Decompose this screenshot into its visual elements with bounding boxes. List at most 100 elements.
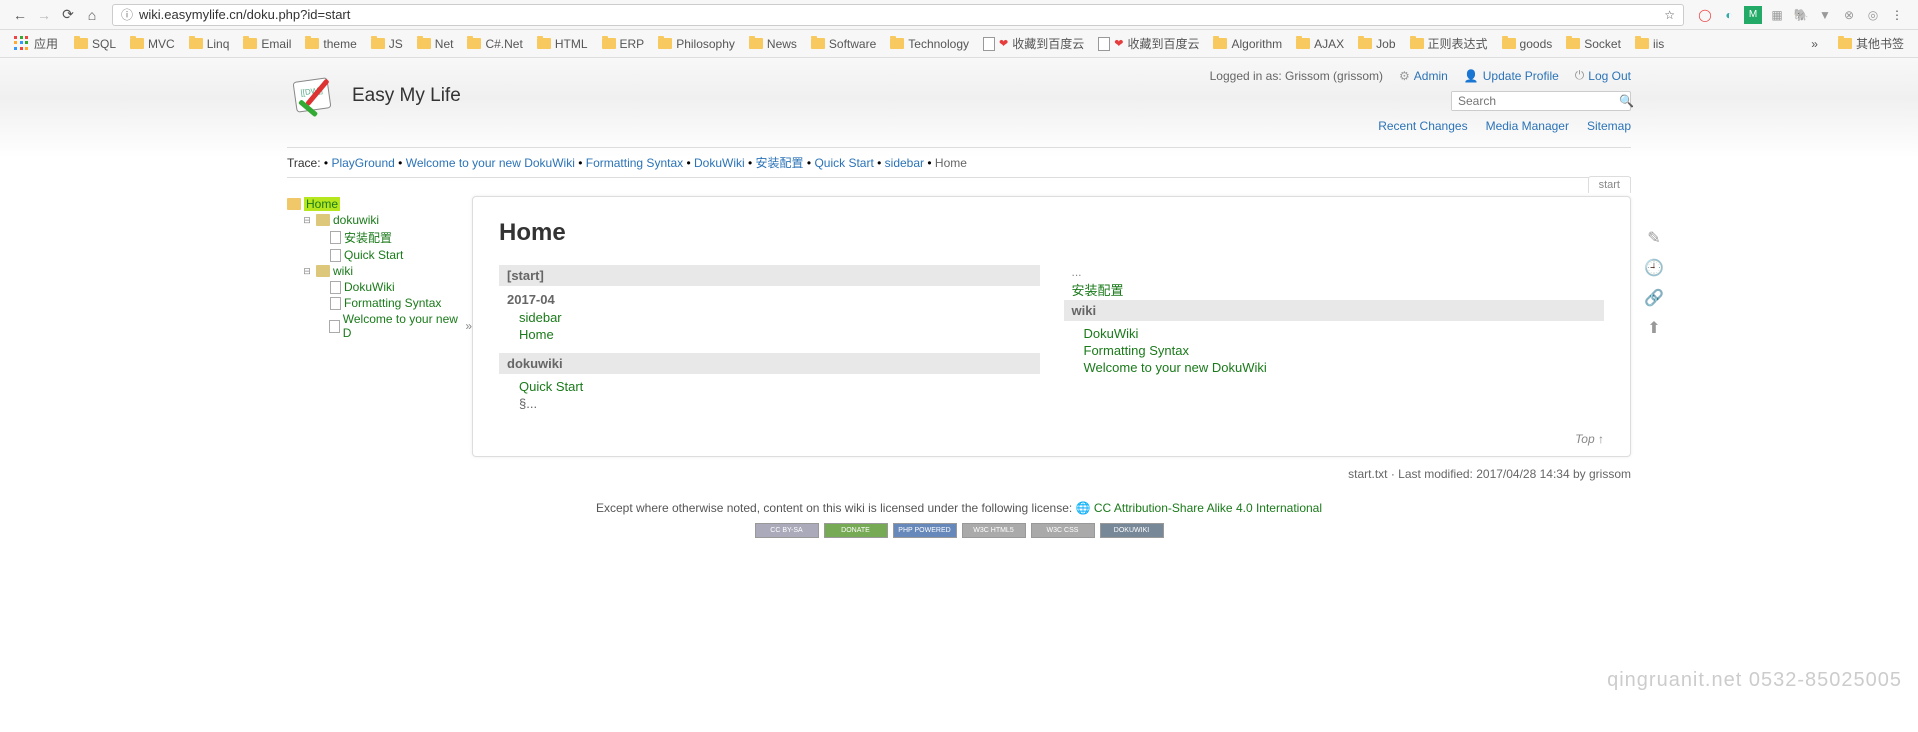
php-badge[interactable]: PHP POWERED (893, 523, 957, 538)
list-item[interactable]: Formatting Syntax (1064, 342, 1605, 359)
url-bar[interactable]: ⓘ wiki.easymylife.cn/doku.php?id=start ☆ (112, 4, 1684, 26)
breadcrumb-link[interactable]: Quick Start (814, 156, 873, 170)
profile-link[interactable]: 👤Update Profile (1464, 69, 1559, 83)
list-item[interactable]: sidebar (499, 309, 1040, 326)
back-button[interactable]: ← (8, 3, 32, 27)
bookmark-item[interactable]: 正则表达式 (1404, 33, 1494, 54)
tree-page-link[interactable]: Quick Start (344, 248, 403, 262)
media-manager-link[interactable]: Media Manager (1486, 119, 1569, 133)
bookmark-item[interactable]: MVC (124, 33, 181, 54)
opera-icon[interactable]: ◯ (1696, 6, 1714, 24)
admin-link[interactable]: ⚙Admin (1399, 69, 1448, 83)
tree-page-link[interactable]: DokuWiki (344, 280, 395, 294)
breadcrumb-link[interactable]: Formatting Syntax (586, 156, 683, 170)
ext-icon-circle2[interactable]: ◎ (1864, 6, 1882, 24)
bookmarks-overflow[interactable]: » (1805, 35, 1824, 53)
bookmark-item[interactable]: JS (365, 33, 409, 54)
bookmark-item[interactable]: News (743, 33, 803, 54)
bookmark-item[interactable]: HTML (531, 33, 594, 54)
site-logo[interactable]: [[DW]] (287, 68, 342, 123)
list-item[interactable]: Home (499, 326, 1040, 343)
forward-button[interactable]: → (32, 3, 56, 27)
breadcrumb-link[interactable]: DokuWiki (694, 156, 745, 170)
extension-icons: ◯ ◐ M ▦ 🐘 ▼ ⊗ ◎ ⋮ (1692, 6, 1910, 24)
bookmark-item[interactable]: C#.Net (461, 33, 528, 54)
apps-button[interactable]: 应用 (8, 33, 64, 54)
ext-icon-blue[interactable]: ◐ (1720, 6, 1738, 24)
top-icon[interactable]: ⬆ (1642, 316, 1666, 340)
logout-link[interactable]: ⏻Log Out (1575, 68, 1631, 83)
folder-icon (1213, 38, 1227, 49)
html5-badge[interactable]: W3C HTML5 (962, 523, 1026, 538)
bookmark-item[interactable]: Socket (1560, 33, 1627, 54)
search-input[interactable] (1452, 92, 1619, 110)
bookmark-item[interactable]: AJAX (1290, 33, 1350, 54)
page-tab[interactable]: start (1588, 176, 1631, 193)
revisions-icon[interactable]: 🕘 (1642, 256, 1666, 280)
bookmark-item[interactable]: Technology (884, 33, 975, 54)
breadcrumb-link[interactable]: sidebar (885, 156, 924, 170)
bookmark-item[interactable]: ERP (596, 33, 651, 54)
breadcrumb-link[interactable]: PlayGround (331, 156, 394, 170)
folder-icon (371, 38, 385, 49)
search-button[interactable]: 🔍 (1619, 92, 1634, 110)
backlinks-icon[interactable]: 🔗 (1642, 286, 1666, 310)
tree-page-link[interactable]: 安装配置 (344, 229, 392, 246)
bookmark-item[interactable]: theme (299, 33, 362, 54)
ext-icon-m[interactable]: M (1744, 6, 1762, 24)
breadcrumb: Trace: • PlayGround • Welcome to your ne… (287, 147, 1631, 178)
ext-icon-v[interactable]: ▼ (1816, 6, 1834, 24)
cc-badge[interactable]: CC BY-SA (755, 523, 819, 538)
bookmark-item[interactable]: Email (237, 33, 297, 54)
tree-page-link[interactable]: Formatting Syntax (344, 296, 441, 310)
ext-icon-grid[interactable]: ▦ (1768, 6, 1786, 24)
list-item[interactable]: Quick Start (499, 378, 1040, 395)
bookmark-item[interactable]: Linq (183, 33, 236, 54)
css-badge[interactable]: W3C CSS (1031, 523, 1095, 538)
evernote-icon[interactable]: 🐘 (1792, 6, 1810, 24)
reload-button[interactable]: ⟳ (56, 3, 80, 27)
donate-badge[interactable]: DONATE (824, 523, 888, 538)
section-trail: §... (499, 395, 1040, 412)
tree-toggle[interactable]: ⊟ (301, 215, 313, 226)
bookmark-item[interactable]: Software (805, 33, 882, 54)
tree-namespace[interactable]: dokuwiki (333, 213, 379, 227)
bookmark-item[interactable]: goods (1496, 33, 1559, 54)
sidebar-tree: Home ⊟ dokuwiki 安装配置 Quick Start ⊟ wiki DokuWi… (287, 196, 472, 481)
page-icon (1098, 37, 1110, 51)
page-icon (330, 297, 341, 310)
license-link[interactable]: CC Attribution-Share Alike 4.0 Internati… (1094, 501, 1322, 515)
breadcrumb-link[interactable]: Welcome to your new DokuWiki (406, 156, 575, 170)
bookmark-item[interactable]: Job (1352, 33, 1401, 54)
bookmark-item[interactable]: Net (411, 33, 460, 54)
sitemap-link[interactable]: Sitemap (1587, 119, 1631, 133)
star-icon[interactable]: ☆ (1664, 8, 1675, 22)
tree-namespace[interactable]: wiki (333, 264, 353, 278)
bookmark-item[interactable]: SQL (68, 33, 122, 54)
breadcrumb-link[interactable]: 安装配置 (756, 156, 804, 170)
other-bookmarks[interactable]: 其他书签 (1832, 33, 1910, 54)
list-item[interactable]: Welcome to your new DokuWiki (1064, 359, 1605, 376)
tree-toggle[interactable]: ⊟ (301, 266, 313, 277)
home-button[interactable]: ⌂ (80, 3, 104, 27)
info-icon[interactable]: ⓘ (121, 6, 133, 23)
bookmark-item[interactable]: Algorithm (1207, 33, 1288, 54)
page-meta: start.txt · Last modified: 2017/04/28 14… (472, 467, 1631, 481)
list-item[interactable]: 安装配置 (1064, 279, 1605, 300)
list-item[interactable]: DokuWiki (1064, 325, 1605, 342)
bookmark-item[interactable]: Philosophy (652, 33, 741, 54)
tree-home[interactable]: Home (304, 197, 340, 211)
bookmark-item[interactable]: ❤收藏到百度云 (977, 33, 1090, 54)
bookmark-item[interactable]: ❤收藏到百度云 (1092, 33, 1205, 54)
site-title[interactable]: Easy My Life (352, 85, 461, 107)
bookmark-item[interactable]: iis (1629, 33, 1670, 54)
page-title: Home (499, 219, 1604, 247)
menu-icon[interactable]: ⋮ (1888, 6, 1906, 24)
recent-changes-link[interactable]: Recent Changes (1378, 119, 1467, 133)
edit-icon[interactable]: ✎ (1642, 226, 1666, 250)
ext-icon-circle[interactable]: ⊗ (1840, 6, 1858, 24)
top-link[interactable]: Top ↑ (499, 432, 1604, 446)
dokuwiki-badge[interactable]: DOKUWIKI (1100, 523, 1164, 538)
folder-icon (130, 38, 144, 49)
tree-page-link[interactable]: Welcome to your new D (343, 312, 463, 340)
